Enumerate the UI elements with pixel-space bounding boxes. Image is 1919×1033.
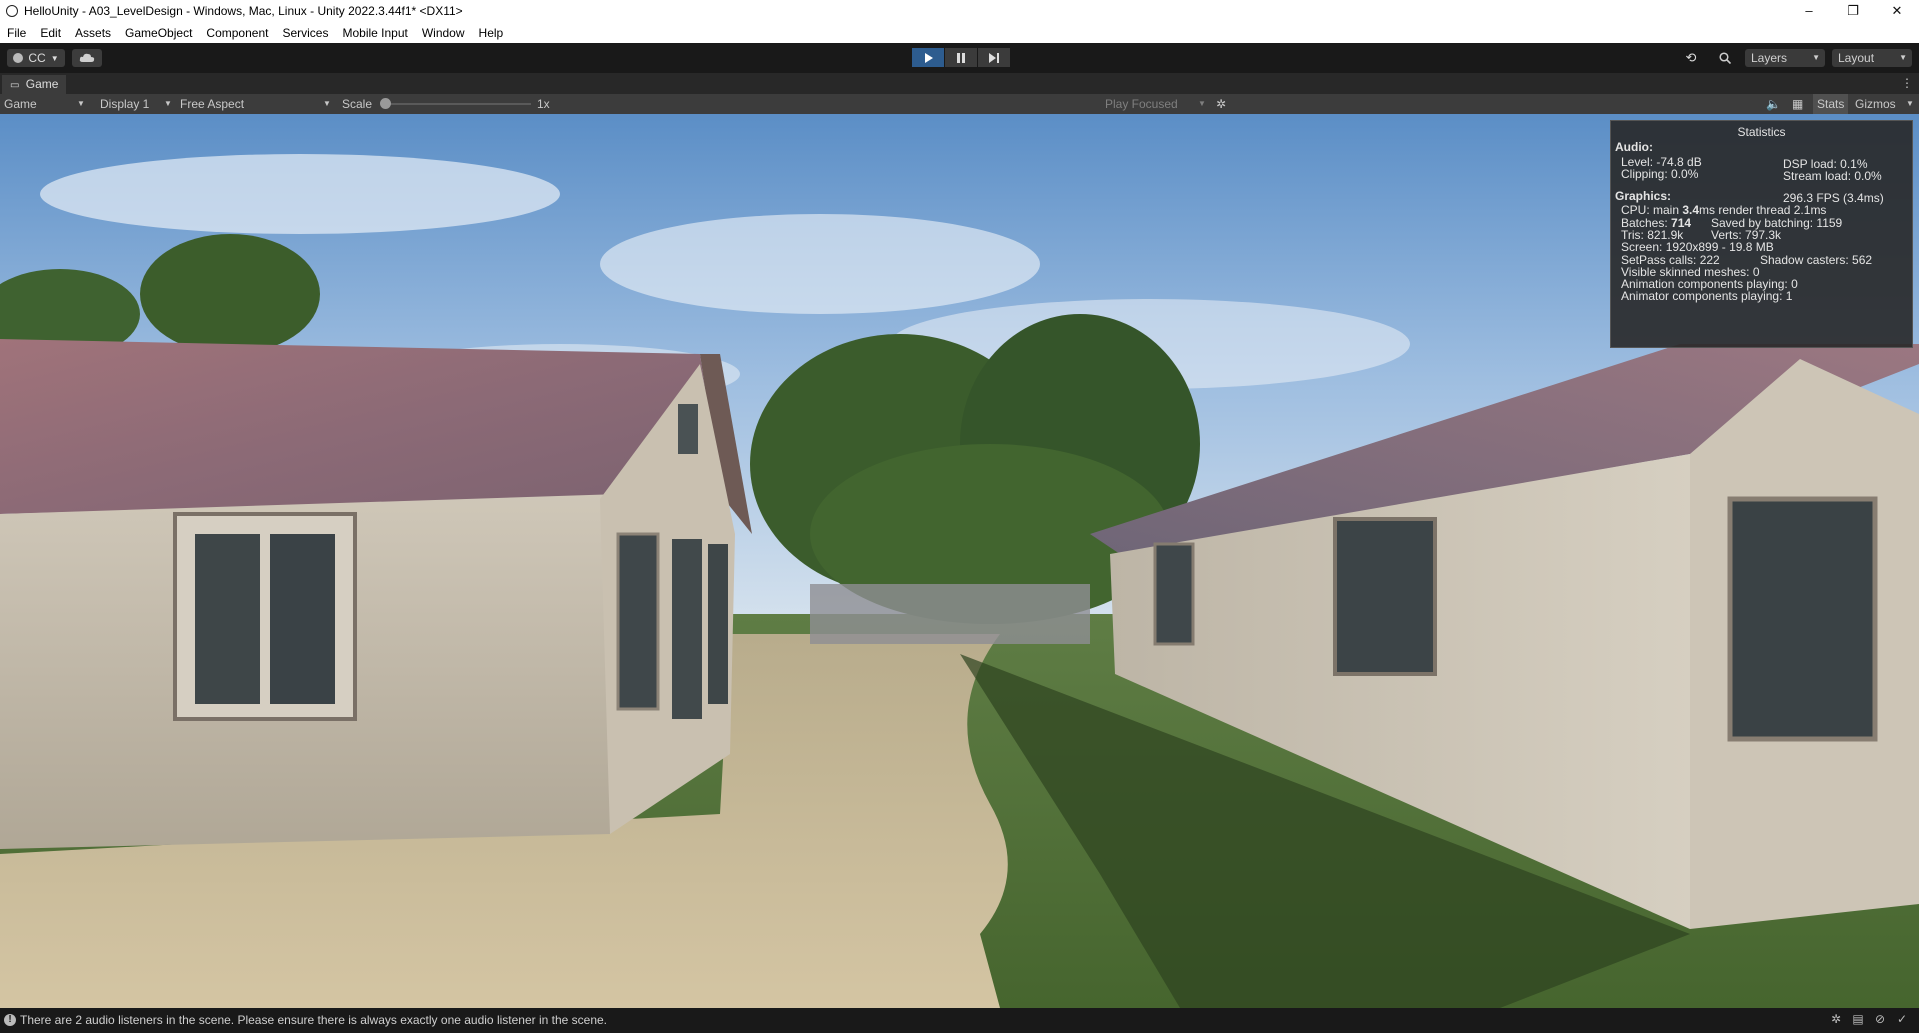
check-circle-icon[interactable]: ✓ xyxy=(1891,1012,1913,1026)
close-icon[interactable]: ✕ xyxy=(1875,0,1919,22)
menu-bar: File Edit Assets GameObject Component Se… xyxy=(0,22,1919,44)
statistics-title: Statistics xyxy=(1737,125,1786,139)
tab-game-label: Game xyxy=(25,77,59,91)
network-icon[interactable]: ⊘ xyxy=(1869,1012,1891,1026)
play-controls xyxy=(912,48,1011,67)
pause-button[interactable] xyxy=(945,48,977,67)
search-icon xyxy=(1719,52,1731,64)
chevron-down-icon: ▼ xyxy=(1899,53,1907,62)
menu-edit[interactable]: Edit xyxy=(33,26,68,40)
audio-header: Audio: xyxy=(1615,140,1653,154)
animator-components: Animator components playing: 1 xyxy=(1621,289,1793,303)
cpu-main-value: 3.4 xyxy=(1682,203,1700,217)
chevron-down-icon: ▼ xyxy=(1906,99,1914,108)
chevron-down-icon: ▼ xyxy=(323,99,331,108)
display-dropdown[interactable]: Display 1 xyxy=(100,94,149,114)
editor-tab-bar: ▭ Game ⋮ xyxy=(0,73,1919,94)
shadow-casters: Shadow casters: 562 xyxy=(1760,253,1873,267)
gizmos-dropdown[interactable]: Gizmos xyxy=(1855,94,1896,114)
play-focused-dropdown[interactable]: Play Focused xyxy=(1105,94,1178,114)
window-titlebar: HelloUnity - A03_LevelDesign - Windows, … xyxy=(0,0,1919,22)
history-icon: ⟲ xyxy=(1685,50,1697,65)
menu-window[interactable]: Window xyxy=(415,26,472,40)
menu-help[interactable]: Help xyxy=(472,26,511,40)
main-toolbar: CC ▼ ⟲ Layers ▼ Layout ▼ xyxy=(0,43,1919,73)
stream-load: Stream load: 0.0% xyxy=(1783,169,1882,183)
chevron-down-icon: ▼ xyxy=(1198,99,1206,108)
search-button[interactable] xyxy=(1712,49,1738,67)
step-button[interactable] xyxy=(978,48,1010,67)
cpu-suffix: ms render thread 2.1ms xyxy=(1699,203,1827,217)
status-icons: ✲ ▤ ⊘ ✓ xyxy=(1825,1012,1913,1026)
console-message[interactable]: There are 2 audio listeners in the scene… xyxy=(20,1013,607,1027)
gamepad-icon: ▭ xyxy=(10,80,20,91)
game-view-toolbar: Game ▼ Display 1 ▼ Free Aspect ▼ Scale 1… xyxy=(0,94,1919,114)
account-button[interactable]: CC ▼ xyxy=(7,49,65,67)
unity-logo-icon xyxy=(6,5,18,17)
scale-label: Scale xyxy=(342,97,373,111)
keyboard-icon[interactable]: ▦ xyxy=(1792,94,1803,114)
scale-slider-track[interactable] xyxy=(386,103,531,105)
minimize-icon[interactable]: – xyxy=(1787,0,1831,22)
info-icon: ! xyxy=(4,1014,16,1026)
mute-audio-icon[interactable]: 🔈 xyxy=(1766,94,1781,114)
scale-slider-handle[interactable] xyxy=(380,98,391,109)
menu-assets[interactable]: Assets xyxy=(68,26,118,40)
chevron-down-icon: ▼ xyxy=(50,53,59,63)
menu-file[interactable]: File xyxy=(0,26,33,40)
chevron-down-icon: ▼ xyxy=(77,99,85,108)
aspect-dropdown[interactable]: Free Aspect xyxy=(180,94,244,114)
cloud-icon xyxy=(79,53,95,62)
layers-dropdown[interactable]: Layers ▼ xyxy=(1745,49,1825,67)
restore-icon[interactable]: ❐ xyxy=(1831,0,1875,22)
account-icon xyxy=(13,53,24,63)
menu-gameobject[interactable]: GameObject xyxy=(118,26,199,40)
menu-component[interactable]: Component xyxy=(199,26,275,40)
chevron-down-icon: ▼ xyxy=(1812,53,1820,62)
layers-label: Layers xyxy=(1751,51,1788,65)
game-viewport[interactable]: Statistics Audio: Level: -74.8 dB Clippi… xyxy=(0,114,1919,1008)
layout-dropdown[interactable]: Layout ▼ xyxy=(1832,49,1912,67)
database-icon[interactable]: ▤ xyxy=(1847,1012,1869,1026)
audio-clipping: Clipping: 0.0% xyxy=(1621,167,1699,181)
cpu-prefix: CPU: main xyxy=(1621,203,1683,217)
window-controls: – ❐ ✕ xyxy=(1787,0,1919,22)
scale-value: 1x xyxy=(537,97,550,111)
play-button[interactable] xyxy=(912,48,944,67)
statistics-panel: Statistics Audio: Level: -74.8 dB Clippi… xyxy=(1610,120,1913,348)
menu-mobile-input[interactable]: Mobile Input xyxy=(335,26,414,40)
cloud-button[interactable] xyxy=(72,49,102,67)
status-bar: ! There are 2 audio listeners in the sce… xyxy=(0,1008,1919,1033)
window-title: HelloUnity - A03_LevelDesign - Windows, … xyxy=(24,4,463,18)
debug-icon[interactable]: ✲ xyxy=(1825,1012,1847,1026)
stats-toggle[interactable]: Stats xyxy=(1813,94,1849,114)
screen-readout: Screen: 1920x899 - 19.8 MB xyxy=(1621,240,1774,254)
view-mode-dropdown[interactable]: Game xyxy=(4,94,37,114)
history-button[interactable]: ⟲ xyxy=(1678,49,1704,67)
more-options-icon[interactable]: ⋮ xyxy=(1901,76,1913,90)
chevron-down-icon: ▼ xyxy=(164,99,172,108)
play-icon xyxy=(924,52,933,63)
graphics-header: Graphics: xyxy=(1615,189,1672,203)
tab-game[interactable]: ▭ Game xyxy=(2,75,67,94)
cpu-readout: CPU: main 3.4ms render thread 2.1ms xyxy=(1621,203,1826,217)
pause-icon xyxy=(957,52,965,63)
step-icon xyxy=(989,52,999,63)
layout-label: Layout xyxy=(1838,51,1875,65)
account-label: CC xyxy=(28,51,46,65)
bug-icon[interactable]: ✲ xyxy=(1216,94,1226,114)
menu-services[interactable]: Services xyxy=(275,26,335,40)
